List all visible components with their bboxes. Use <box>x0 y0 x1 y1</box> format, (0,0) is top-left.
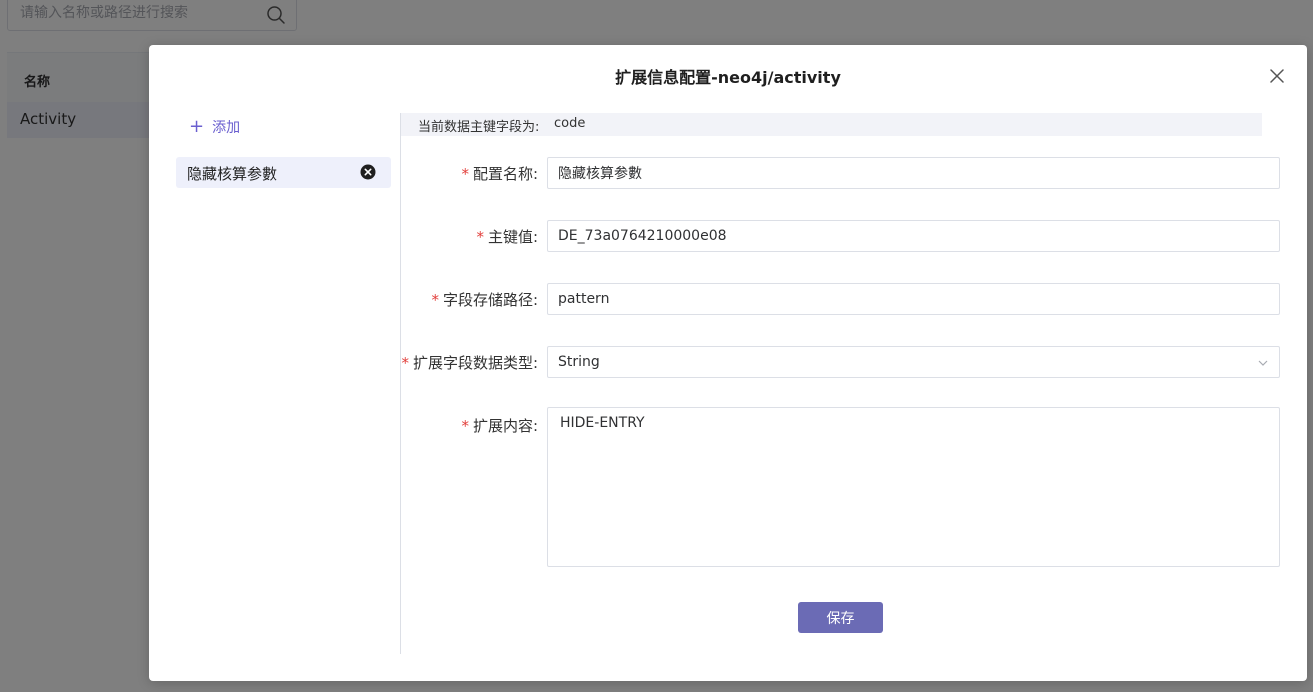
extension-config-dialog: 扩展信息配置-neo4j/activity + 添加 隐藏核算参數 当前数据主键… <box>149 45 1307 681</box>
close-icon[interactable] <box>1268 67 1286 85</box>
remove-circle-icon[interactable] <box>360 164 376 180</box>
data-type-label: * 扩展字段数据类型: <box>401 354 538 372</box>
save-button[interactable]: 保存 <box>798 602 883 633</box>
add-config-button[interactable]: + 添加 <box>189 116 240 138</box>
primary-value-label: * 主键值: <box>476 228 538 246</box>
storage-path-label: * 字段存储路径: <box>431 291 538 309</box>
primary-key-banner: 当前数据主键字段为: code <box>401 113 1262 136</box>
required-mark: * <box>476 228 484 246</box>
dialog-title: 扩展信息配置-neo4j/activity <box>615 68 841 87</box>
data-type-value: String <box>558 354 600 370</box>
config-item-label: 隐藏核算参數 <box>187 165 278 183</box>
config-name-label: * 配置名称: <box>461 165 538 183</box>
config-name-input[interactable] <box>547 157 1280 189</box>
data-type-select[interactable]: String <box>547 346 1280 378</box>
content-textarea[interactable]: HIDE-ENTRY <box>547 407 1280 567</box>
config-list-item[interactable]: 隐藏核算参數 <box>176 157 391 188</box>
required-mark: * <box>461 417 469 435</box>
plus-icon: + <box>189 116 205 137</box>
column-divider <box>400 113 401 654</box>
primary-key-label: 当前数据主键字段为: <box>418 120 540 135</box>
content-label: * 扩展内容: <box>461 417 538 435</box>
add-config-label: 添加 <box>212 120 241 136</box>
storage-path-input[interactable] <box>547 283 1280 315</box>
required-mark: * <box>431 291 439 309</box>
chevron-down-icon <box>1258 360 1268 366</box>
required-mark: * <box>461 165 469 183</box>
primary-value-input[interactable] <box>547 220 1280 252</box>
required-mark: * <box>401 354 409 372</box>
primary-key-value: code <box>554 116 586 131</box>
